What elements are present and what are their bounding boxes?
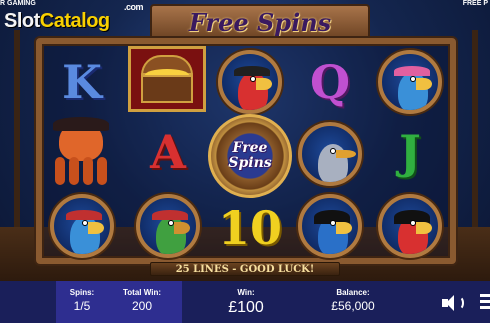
ship-wheel-icon: Free Spins — [208, 114, 292, 198]
lines-message: 25 LINES - GOOD LUCK! — [175, 263, 315, 275]
game-title: Free Spins — [188, 7, 332, 37]
win-label: Win: — [237, 288, 255, 297]
symbol-A: A — [128, 116, 208, 188]
title-board: Free Spins — [150, 4, 370, 40]
sound-icon[interactable] — [442, 294, 466, 312]
watermark-logo: SlotCatalog .com — [4, 2, 144, 33]
letter-q: Q — [309, 55, 351, 109]
scatter-text-line1: Free — [232, 140, 268, 157]
brand-com: .com — [124, 2, 144, 12]
brand-slot: Slot — [4, 10, 40, 32]
symbol-blue-parrot-pirate — [42, 190, 122, 262]
symbol-10: 10 — [210, 192, 290, 264]
green-parrot-icon — [136, 194, 200, 258]
total-win-value: 200 — [131, 299, 153, 313]
spins-value: 1/5 — [73, 299, 91, 313]
total-win-label: Total Win: — [123, 288, 161, 297]
symbol-bandana-parrot — [370, 46, 450, 118]
reel-frame: K A Free Spins 10 Q J — [36, 38, 456, 264]
balance-value: £56,000 — [331, 299, 375, 313]
symbol-pirate-octopus — [42, 116, 122, 188]
symbol-red-parrot-skull-hat — [370, 190, 450, 262]
symbol-red-parrot-pirate — [210, 46, 290, 118]
menu-icon[interactable] — [480, 294, 490, 312]
balance-display: Balance: £56,000 — [318, 288, 388, 313]
letter-j: J — [399, 125, 421, 179]
game-screen: R GAMING FREE P SlotCatalog .com Free Sp… — [0, 0, 490, 323]
scatter-text-line2: Spins — [228, 155, 272, 171]
letter-a: A — [150, 125, 186, 179]
red-parrot-icon — [218, 50, 282, 114]
treasure-chest-icon — [137, 53, 197, 105]
symbol-K: K — [42, 46, 122, 118]
symbol-free-spins-scatter: Free Spins — [204, 114, 296, 198]
spins-counter: Spins: 1/5 — [62, 288, 102, 313]
symbol-Q: Q — [290, 46, 370, 118]
win-display: Win: £100 — [216, 288, 276, 317]
symbol-green-parrot-pirate — [128, 190, 208, 262]
mode-label: FREE P — [462, 0, 488, 7]
blue-parrot-icon — [50, 194, 114, 258]
bandana-parrot-icon — [378, 50, 442, 114]
symbol-treasure-chest — [128, 46, 206, 112]
brand-catalog: Catalog — [39, 10, 110, 32]
provider-name: R GAMING — [0, 0, 36, 7]
symbol-blue-parrot-skull-hat — [290, 190, 370, 262]
spins-label: Spins: — [69, 288, 95, 297]
total-win: Total Win: 200 — [110, 288, 174, 313]
letter-k: K — [62, 55, 102, 109]
lines-message-bar: 25 LINES - GOOD LUCK! — [150, 262, 340, 276]
symbol-pelican — [290, 118, 370, 190]
balance-label: Balance: — [336, 288, 370, 297]
skull-hat-parrot-icon — [298, 194, 362, 258]
pelican-icon — [298, 122, 362, 186]
win-value: £100 — [228, 299, 264, 316]
red-skull-parrot-icon — [378, 194, 442, 258]
symbol-J: J — [370, 116, 450, 188]
octopus-icon — [45, 117, 119, 187]
number-10: 10 — [217, 201, 282, 255]
